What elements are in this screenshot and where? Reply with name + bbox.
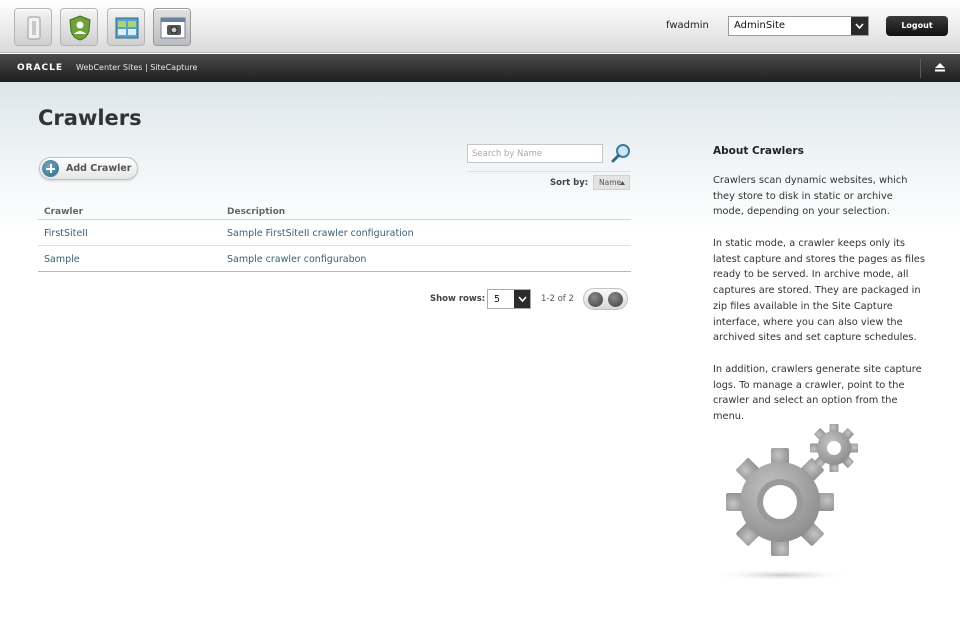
brand-bar: ORACLE WebCenter Sites | SiteCapture [0,54,960,82]
rows-per-page-value: 5 [494,294,501,305]
pagination-controls [583,288,628,310]
user-shield-icon [69,15,91,41]
table-header: Crawler Description [38,205,631,220]
add-crawler-button[interactable]: Add Crawler [39,157,138,180]
launcher-app-button[interactable] [14,8,52,46]
search-divider [467,171,631,172]
crawler-description: Sample crawler configurabon [227,254,367,265]
page-title: Crawlers [38,106,142,130]
previous-page-button[interactable] [588,292,603,307]
column-header-crawler: Crawler [44,207,84,217]
site-select[interactable]: AdminSite [728,16,869,36]
crawler-description: Sample FirstSiteII crawler configuration [227,228,414,239]
gears-icon [712,424,858,581]
launcher-icon [27,16,41,40]
show-rows-label: Show rows: [430,294,486,304]
site-select-arrow[interactable] [851,17,868,35]
about-paragraph-3: In addition, crawlers generate site capt… [713,364,922,423]
sort-by-label: Sort by: [550,178,589,188]
eject-icon[interactable] [935,63,945,72]
crawler-table: Crawler Description FirstSiteII Sample F… [38,205,631,272]
about-paragraph-2: In static mode, a crawler keeps only its… [713,238,925,344]
search-box[interactable] [467,144,603,163]
brand-divider [920,58,921,78]
site-select-value: AdminSite [734,20,786,31]
about-paragraph-1: Crawlers scan dynamic websites, which th… [713,175,908,218]
column-header-description: Description [227,207,286,217]
site-capture-app-button[interactable] [153,8,191,46]
oracle-logo: ORACLE [17,63,64,73]
top-toolbar: fwadmin AdminSite Logout [0,0,960,53]
chevron-down-icon [855,23,864,29]
admin-app-button[interactable] [107,8,145,46]
table-row[interactable]: FirstSiteII Sample FirstSiteII crawler c… [38,220,631,246]
logout-button[interactable]: Logout [886,16,948,36]
rows-select-arrow[interactable] [514,290,530,308]
about-title: About Crawlers [713,145,804,157]
contributor-app-button[interactable] [60,8,98,46]
search-icon[interactable] [610,143,632,163]
grid-apps-icon [115,17,139,39]
add-crawler-label: Add Crawler [66,163,132,174]
chevron-down-icon [518,296,527,302]
site-capture-icon [160,17,186,39]
search-input[interactable] [468,145,602,162]
rows-per-page-select[interactable]: 5 [487,289,531,309]
sort-value: Name [599,178,622,187]
crawler-name[interactable]: Sample [44,254,80,265]
username-label: fwadmin [666,20,709,31]
crawler-name[interactable]: FirstSiteII [44,228,88,239]
sort-by-name-button[interactable]: Name [593,175,630,190]
plus-icon [42,160,59,177]
table-row[interactable]: Sample Sample crawler configurabon [38,246,631,272]
pagination-range: 1-2 of 2 [541,294,574,304]
sort-ascending-icon [620,181,625,185]
next-page-button[interactable] [608,292,623,307]
product-name: WebCenter Sites | SiteCapture [76,63,198,72]
